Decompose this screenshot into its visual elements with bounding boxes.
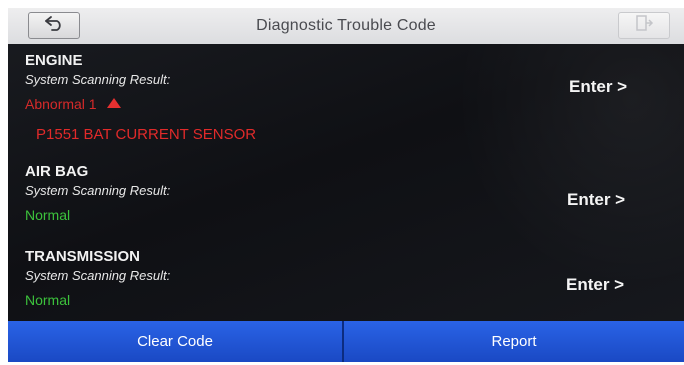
system-name: TRANSMISSION bbox=[25, 248, 141, 265]
exit-button[interactable] bbox=[618, 12, 670, 39]
system-status: Normal bbox=[25, 292, 71, 308]
page-title: Diagnostic Trouble Code bbox=[256, 17, 436, 34]
enter-button-air-bag[interactable]: Enter > bbox=[567, 190, 625, 210]
exit-door-icon bbox=[634, 14, 654, 37]
system-status[interactable]: Abnormal 1 bbox=[25, 96, 121, 112]
system-scan-label: System Scanning Result: bbox=[25, 268, 171, 283]
triangle-up-icon bbox=[106, 98, 121, 108]
report-button[interactable]: Report bbox=[344, 321, 684, 362]
system-name: AIR BAG bbox=[25, 163, 89, 180]
bottom-action-bar: Clear Code Report bbox=[8, 321, 684, 362]
system-name: ENGINE bbox=[25, 52, 83, 69]
system-status: Normal bbox=[25, 207, 71, 223]
device-screen: Diagnostic Trouble Code ENGINE System Sc… bbox=[8, 8, 684, 362]
system-scan-label: System Scanning Result: bbox=[25, 183, 171, 198]
dtc-code: P1551 BAT CURRENT SENSOR bbox=[36, 126, 257, 143]
enter-button-transmission[interactable]: Enter > bbox=[566, 275, 624, 295]
enter-button-engine[interactable]: Enter > bbox=[569, 77, 627, 97]
clear-code-button[interactable]: Clear Code bbox=[8, 321, 344, 362]
title-bar: Diagnostic Trouble Code bbox=[8, 8, 684, 44]
system-engine: ENGINE System Scanning Result: Abnormal … bbox=[8, 52, 684, 162]
system-scan-label: System Scanning Result: bbox=[25, 72, 171, 87]
system-status-text: Abnormal 1 bbox=[25, 96, 97, 112]
